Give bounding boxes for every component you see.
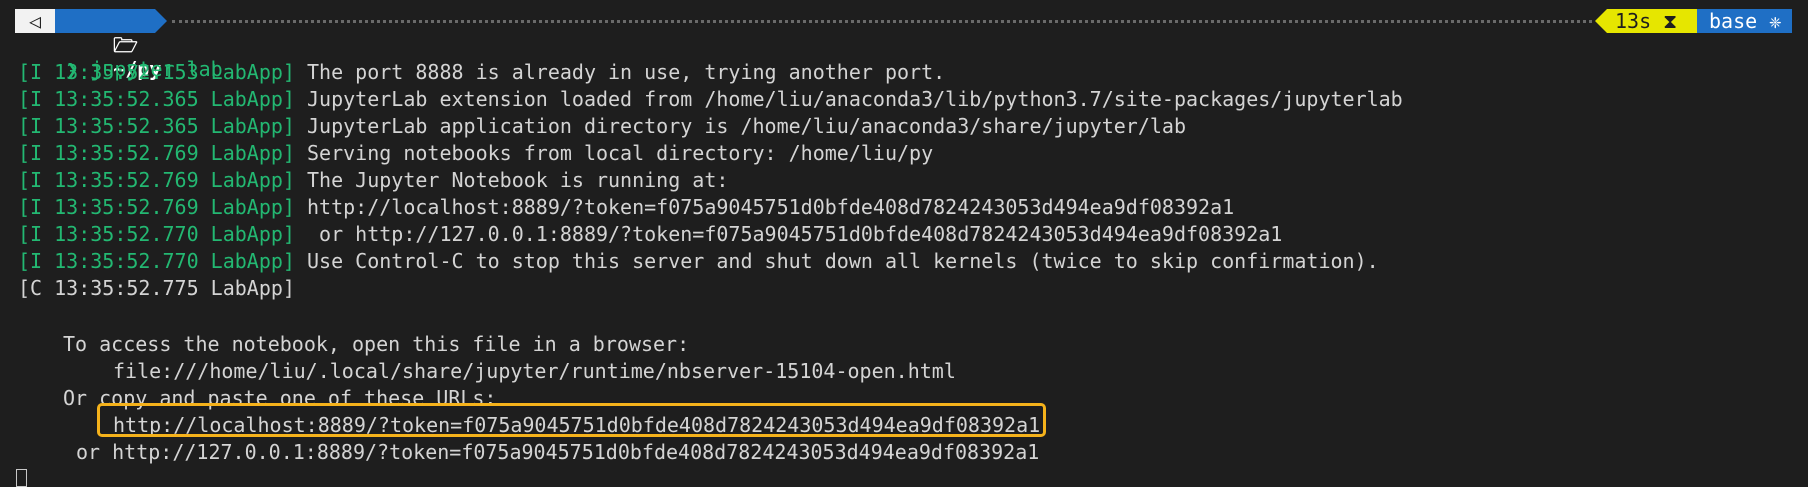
log-line: [I 13:35:52.769 LabApp] http://localhost… [18, 194, 1234, 221]
log-message: The Jupyter Notebook is running at: [294, 168, 729, 192]
log-prefix: [I 13:35:52.153 LabApp] [18, 60, 295, 84]
log-line: [I 13:35:52.365 LabApp] JupyterLab appli… [18, 113, 1186, 140]
log-line: [I 13:35:52.770 LabApp] Use Control-C to… [18, 248, 1379, 275]
log-url[interactable]: or http://127.0.0.1:8889/?token=f075a904… [295, 222, 1282, 246]
log-message: [C 13:35:52.775 LabApp] [18, 276, 295, 300]
file-url[interactable]: file:///home/liu/.local/share/jupyter/ru… [113, 358, 956, 385]
log-prefix: [I 13:35:52.769 LabApp] [18, 168, 295, 192]
log-line: [I 13:35:52.769 LabApp] Serving notebook… [18, 140, 933, 167]
log-line: [C 13:35:52.775 LabApp] [18, 275, 295, 302]
log-prefix: [I 13:35:52.365 LabApp] [18, 114, 295, 138]
terminal-cursor [16, 469, 27, 487]
log-message: Serving notebooks from local directory: … [294, 141, 934, 165]
log-message: Use Control-C to stop this server and sh… [294, 249, 1379, 273]
log-url[interactable]: http://localhost:8889/?token=f075a904575… [295, 195, 1234, 219]
log-message: JupyterLab extension loaded from /home/l… [294, 87, 1403, 111]
log-prefix: [I 13:35:52.365 LabApp] [18, 87, 295, 111]
terminal-window[interactable]: ◁ 🗁 ~/py 13s ⧗ base ❈ ❯ jupyter lab [I 1… [0, 0, 1808, 487]
log-line: [I 13:35:52.153 LabApp] The port 8888 is… [18, 59, 945, 86]
log-line: [I 13:35:52.769 LabApp] The Jupyter Note… [18, 167, 728, 194]
access-intro: To access the notebook, open this file i… [63, 332, 690, 356]
log-line: [I 13:35:52.770 LabApp] or http://127.0.… [18, 221, 1282, 248]
log-prefix: [I 13:35:52.769 LabApp] [18, 141, 295, 165]
log-prefix: [I 13:35:52.770 LabApp] [18, 222, 295, 246]
segment-arrow [1595, 9, 1607, 33]
log-prefix: [I 13:35:52.770 LabApp] [18, 249, 295, 273]
duration-segment: 13s ⧗ [1607, 9, 1697, 33]
prompt-filler [172, 20, 1592, 23]
command-line: ❯ jupyter lab [18, 29, 223, 81]
ip-url[interactable]: or http://127.0.0.1:8889/?token=f075a904… [76, 439, 1039, 466]
conda-env-segment: base ❈ [1697, 9, 1792, 33]
log-prefix: [I 13:35:52.769 LabApp] [18, 195, 295, 219]
log-message: The port 8888 is already in use, trying … [294, 60, 946, 84]
log-line: [I 13:35:52.365 LabApp] JupyterLab exten… [18, 86, 1403, 113]
log-message: JupyterLab application directory is /hom… [294, 114, 1186, 138]
highlight-box [97, 403, 1046, 437]
